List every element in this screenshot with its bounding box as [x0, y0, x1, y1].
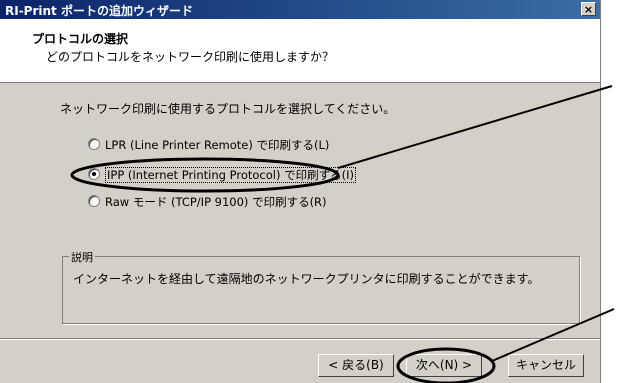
highlight-ellipse-next [396, 347, 496, 383]
highlight-ellipse-ipp [70, 157, 340, 193]
callout-line-ipp [337, 85, 613, 169]
annotation-overlay [70, 85, 615, 383]
callout-line-next [491, 308, 615, 362]
